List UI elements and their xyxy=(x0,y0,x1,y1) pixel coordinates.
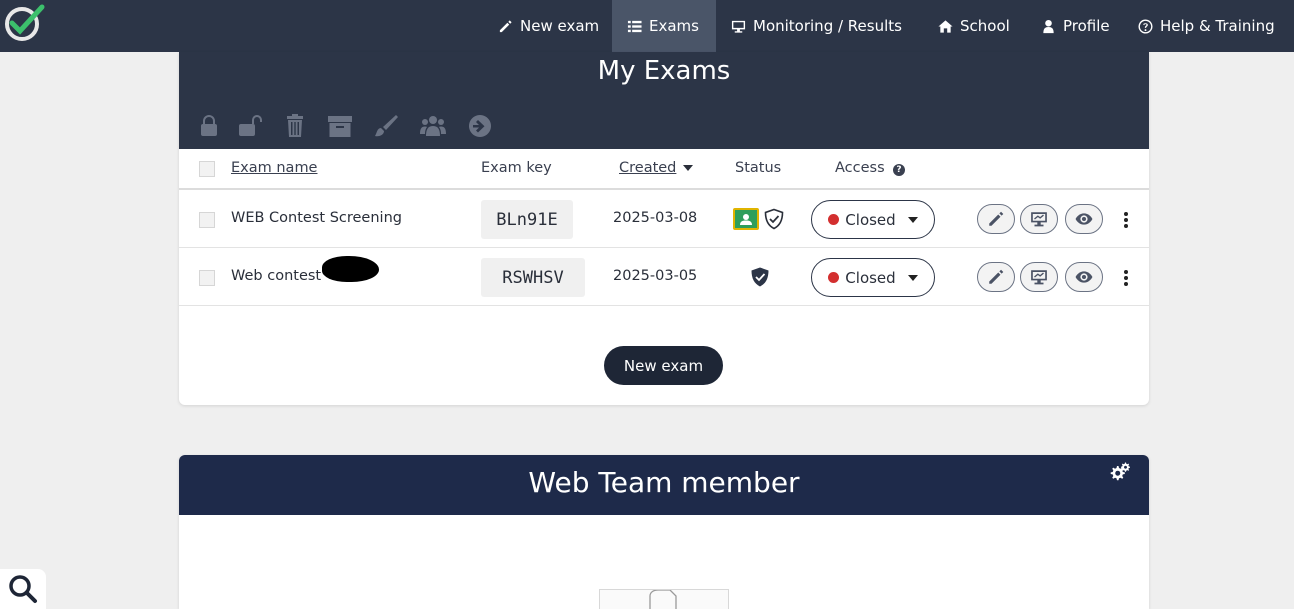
exam-name[interactable]: Web contest xyxy=(231,268,321,284)
more-options-icon[interactable] xyxy=(1123,212,1129,228)
top-navbar: New exam Exams Monitoring / Results Scho… xyxy=(0,0,1294,52)
home-icon xyxy=(938,19,953,33)
nav-monitoring-results[interactable]: Monitoring / Results xyxy=(731,0,902,52)
my-exams-header: My Exams xyxy=(179,52,1149,149)
access-label: Closed xyxy=(845,268,896,287)
sort-desc-icon[interactable] xyxy=(683,165,693,171)
preview-button[interactable] xyxy=(1065,262,1103,292)
question-circle-icon xyxy=(1138,18,1153,34)
search-icon xyxy=(9,575,37,603)
trash-icon[interactable] xyxy=(282,113,308,139)
unlock-icon[interactable] xyxy=(237,113,263,139)
google-classroom-icon xyxy=(733,208,759,230)
monitor-chart-icon xyxy=(1031,212,1047,227)
exam-key: BLn91E xyxy=(481,200,573,239)
row-checkbox[interactable] xyxy=(199,212,215,228)
search-button[interactable] xyxy=(0,569,46,609)
closed-status-dot xyxy=(828,272,840,283)
column-status: Status xyxy=(735,160,782,176)
pencil-icon xyxy=(989,211,1004,226)
nav-help-training[interactable]: Help & Training xyxy=(1138,0,1275,52)
empty-state-illustration xyxy=(599,589,729,609)
nav-school[interactable]: School xyxy=(938,0,1010,52)
closed-status-dot xyxy=(828,214,840,225)
nav-exams[interactable]: Exams xyxy=(612,0,716,52)
table-row[interactable]: WEB Contest Screening BLn91E 2025-03-08 … xyxy=(179,191,1149,248)
column-exam-key: Exam key xyxy=(481,160,552,176)
access-label: Closed xyxy=(845,210,896,229)
preview-button[interactable] xyxy=(1065,204,1103,234)
gears-icon[interactable] xyxy=(1110,462,1130,482)
pencil-icon xyxy=(499,19,512,32)
team-title: Web Team member xyxy=(528,466,800,499)
lock-icon[interactable] xyxy=(196,113,222,139)
app-logo-icon[interactable] xyxy=(2,3,46,41)
nav-profile[interactable]: Profile xyxy=(1041,0,1110,52)
team-header: Web Team member xyxy=(179,455,1149,515)
column-created[interactable]: Created xyxy=(619,160,676,176)
monitor-chart-icon xyxy=(1031,270,1047,285)
monitor-button[interactable] xyxy=(1020,262,1058,292)
access-dropdown[interactable]: Closed xyxy=(811,200,935,239)
table-row[interactable]: Web contest RSWHSV 2025-03-05 Closed xyxy=(179,248,1149,306)
caret-down-icon xyxy=(907,274,918,281)
eye-icon xyxy=(1075,271,1093,283)
column-access: Access xyxy=(835,160,885,176)
access-dropdown[interactable]: Closed xyxy=(811,258,935,297)
nav-new-exam-label: New exam xyxy=(520,17,600,35)
nav-help-label: Help & Training xyxy=(1160,17,1275,35)
more-options-icon[interactable] xyxy=(1123,270,1129,286)
nav-profile-label: Profile xyxy=(1063,17,1110,35)
created-date: 2025-03-05 xyxy=(613,268,698,284)
pencil-icon xyxy=(989,269,1004,284)
monitor-icon xyxy=(731,20,746,33)
shield-check-icon xyxy=(749,266,771,288)
exam-key: RSWHSV xyxy=(481,258,585,297)
shield-check-outline-icon xyxy=(763,208,785,230)
arrow-circle-right-icon[interactable] xyxy=(467,113,493,139)
nav-new-exam[interactable]: New exam xyxy=(498,0,599,52)
edit-button[interactable] xyxy=(977,204,1015,234)
caret-down-icon xyxy=(907,216,918,223)
users-group-icon[interactable] xyxy=(420,113,446,139)
select-all-checkbox[interactable] xyxy=(199,161,215,177)
page-title: My Exams xyxy=(597,56,731,86)
archive-icon[interactable] xyxy=(327,113,353,139)
paintbrush-icon[interactable] xyxy=(373,113,399,139)
nav-monitoring-label: Monitoring / Results xyxy=(753,17,902,35)
created-date: 2025-03-08 xyxy=(613,210,698,226)
edit-button[interactable] xyxy=(977,262,1015,292)
user-icon xyxy=(1043,19,1054,33)
list-icon xyxy=(627,20,642,32)
nav-exams-label: Exams xyxy=(649,17,699,35)
redaction-mark xyxy=(322,256,379,282)
my-exams-card: My Exams Exam name Exam key Created Stat… xyxy=(179,52,1149,405)
column-exam-name[interactable]: Exam name xyxy=(231,160,317,176)
row-checkbox[interactable] xyxy=(199,270,215,286)
eye-icon xyxy=(1075,213,1093,225)
monitor-button[interactable] xyxy=(1020,204,1058,234)
exam-name[interactable]: WEB Contest Screening xyxy=(231,210,402,226)
team-card: Web Team member xyxy=(179,455,1149,609)
exams-table-header: Exam name Exam key Created Status Access… xyxy=(179,149,1149,190)
nav-school-label: School xyxy=(960,17,1010,35)
help-icon[interactable]: ? xyxy=(893,164,905,176)
new-exam-button[interactable]: New exam xyxy=(604,346,723,385)
